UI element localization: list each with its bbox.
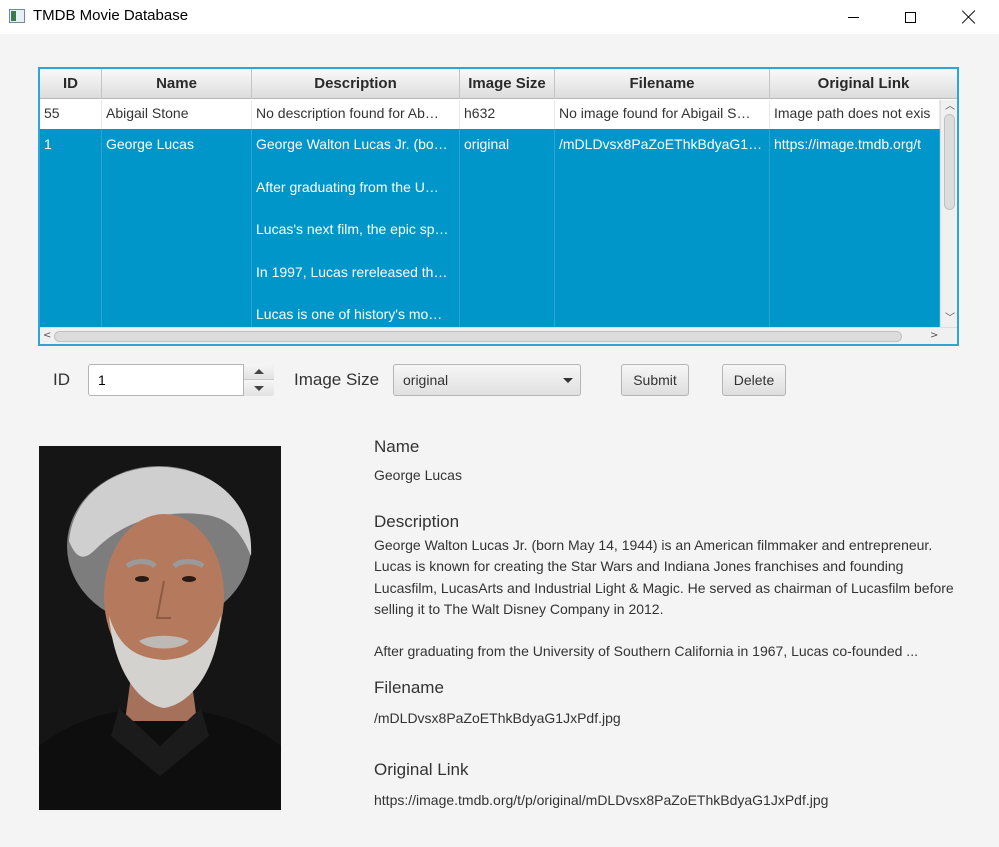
maximize-button[interactable] [881,0,939,34]
name-value: George Lucas [374,467,462,483]
table-row-selected[interactable]: 1 George Lucas George Walton Lucas Jr. (… [40,129,940,327]
title-bar: TMDB Movie Database [0,0,999,34]
filename-heading: Filename [374,678,444,697]
cell-original-link: https://image.tmdb.org/t [770,129,940,327]
cell-name: George Lucas [102,129,252,327]
column-header-original-link[interactable]: Original Link [770,69,957,99]
increment-button[interactable] [244,364,274,380]
chevron-down-icon [254,385,264,391]
minimize-icon [847,16,859,18]
column-header-id[interactable]: ID [40,69,102,99]
name-heading: Name [374,437,420,456]
image-size-label: Image Size [294,370,380,389]
id-label: ID [53,370,70,389]
close-icon [962,10,976,24]
window-title: TMDB Movie Database [33,7,189,24]
decrement-button[interactable] [244,380,274,396]
table-row[interactable]: 55 Abigail Stone No description found fo… [40,100,940,129]
close-button[interactable] [940,0,998,34]
cell-image-size: h632 [460,100,555,129]
description-line: George Walton Lucas Jr. (bo… [256,136,448,152]
cell-image-size: original [460,129,555,327]
cell-id: 1 [40,129,102,327]
delete-button[interactable]: Delete [722,364,786,396]
original-link-heading: Original Link [374,760,469,779]
description-line: In 1997, Lucas rereleased th… [256,263,448,280]
cell-name: Abigail Stone [102,100,252,129]
cell-description: George Walton Lucas Jr. (bo… After gradu… [252,129,460,327]
scroll-down-arrow-icon[interactable]: ﹀ [945,314,955,324]
horizontal-scroll-thumb[interactable] [54,331,902,342]
scroll-up-arrow-icon[interactable]: ︿ [945,102,955,112]
horizontal-scrollbar[interactable]: < > [40,327,957,344]
minimize-button[interactable] [824,0,882,34]
column-header-description[interactable]: Description [252,69,460,99]
submit-button[interactable]: Submit [621,364,689,396]
cell-description: No description found for Ab… [252,100,460,129]
vertical-scroll-thumb[interactable] [944,114,955,210]
vertical-scrollbar[interactable]: ︿ ﹀ [940,100,957,327]
scroll-right-arrow-icon[interactable]: > [930,331,938,341]
description-line: Lucas is one of history's mo… [256,306,443,322]
column-header-filename[interactable]: Filename [555,69,770,99]
column-header-name[interactable]: Name [102,69,252,99]
cell-filename: /mDLDvsx8PaZoEThkBdyaG1… [555,129,770,327]
image-size-select[interactable]: original [393,364,581,396]
scroll-left-arrow-icon[interactable]: < [43,331,51,341]
cell-filename: No image found for Abigail S… [555,100,770,129]
description-heading: Description [374,512,460,531]
chevron-up-icon [254,369,264,374]
cell-id: 55 [40,100,102,129]
people-table[interactable]: ID Name Description Image Size Filename … [38,67,959,346]
filename-value: /mDLDvsx8PaZoEThkBdyaG1JxPdf.jpg [374,710,621,726]
image-size-selected-value: original [403,372,449,388]
column-header-image-size[interactable]: Image Size [460,69,555,99]
original-link-value: https://image.tmdb.org/t/p/original/mDLD… [374,792,829,808]
cell-original-link: Image path does not exis [770,100,940,129]
chevron-down-icon [563,378,573,383]
description-line: After graduating from the U… [256,178,439,195]
table-header: ID Name Description Image Size Filename … [40,69,957,99]
description-paragraph: George Walton Lucas Jr. (born May 14, 19… [374,537,954,617]
person-photo [39,446,281,810]
description-line: Lucas's next film, the epic sp… [256,221,449,237]
app-window-icon [9,9,25,23]
description-paragraph-truncated: After graduating from the University of … [374,643,918,659]
maximize-icon [904,11,916,23]
id-spinner [243,364,274,396]
